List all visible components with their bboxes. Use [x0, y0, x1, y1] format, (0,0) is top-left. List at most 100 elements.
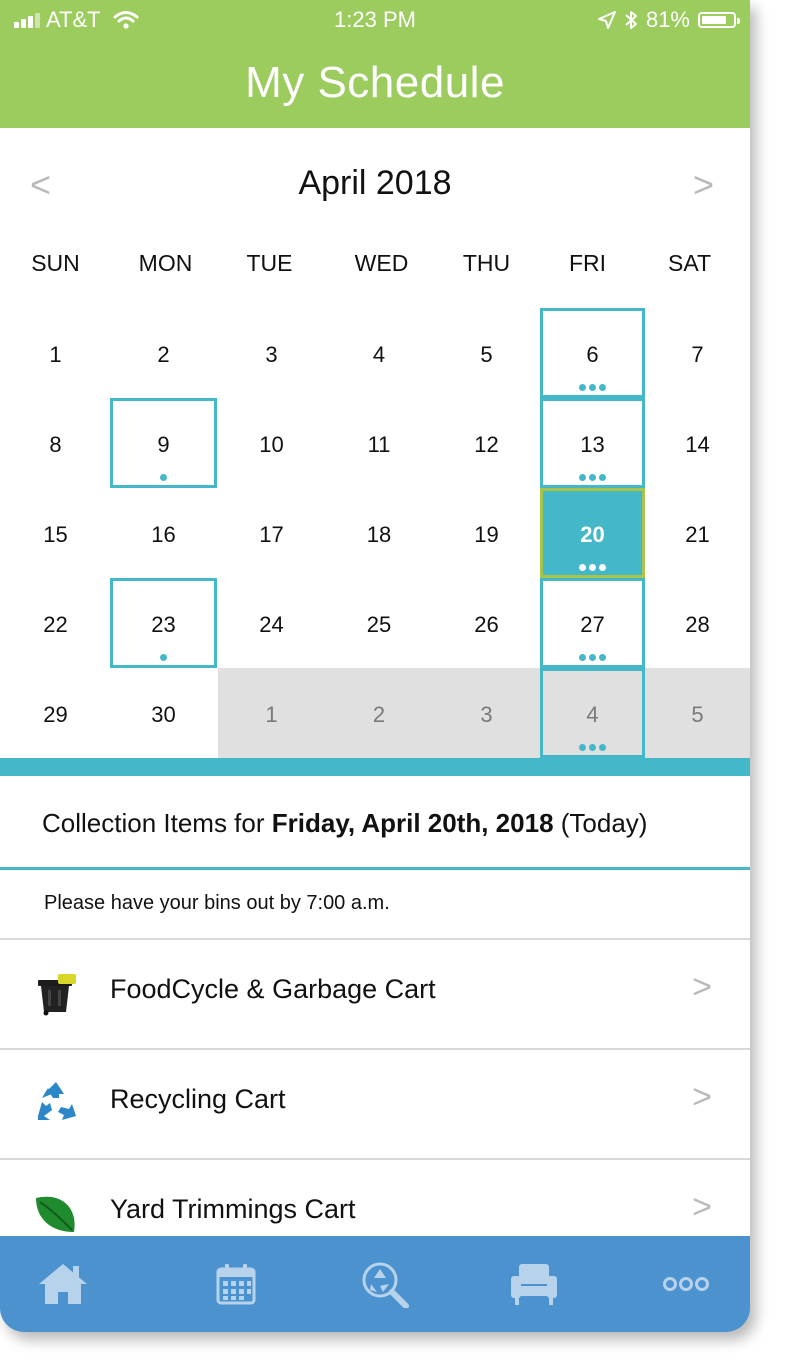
calendar-day-pickup[interactable]: 9: [110, 398, 217, 488]
day-number: 12: [474, 432, 499, 457]
calendar-day[interactable]: 15: [2, 488, 109, 578]
calendar-day[interactable]: 8: [2, 398, 109, 488]
chevron-right-icon: >: [692, 1078, 712, 1116]
calendar-day-pickup[interactable]: 13: [540, 398, 645, 488]
chevron-right-icon: >: [692, 1188, 712, 1226]
weekday-label: THU: [462, 250, 511, 276]
pickup-dot: [579, 564, 586, 571]
chevron-right-icon: >: [692, 968, 712, 1006]
calendar-day[interactable]: 3: [433, 668, 540, 758]
day-number: 9: [157, 432, 170, 457]
list-item-label: Yard Trimmings Cart: [110, 1194, 356, 1224]
calendar-day[interactable]: 2: [325, 668, 433, 758]
calendar-day[interactable]: 29: [2, 668, 109, 758]
calendar-icon: [216, 1264, 256, 1305]
day-number: 27: [580, 612, 605, 637]
list-item-garbage[interactable]: FoodCycle & Garbage Cart >: [0, 940, 750, 1050]
bins-notice: Please have your bins out by 7:00 a.m.: [0, 870, 750, 940]
pickup-dot: [589, 474, 596, 481]
weekday-label: WED: [354, 250, 409, 276]
calendar-day[interactable]: 11: [325, 398, 433, 488]
pickup-dot: [589, 654, 596, 661]
calendar-day[interactable]: 22: [2, 578, 109, 668]
tab-search[interactable]: [310, 1236, 460, 1332]
calendar-day[interactable]: 14: [645, 398, 750, 488]
pickup-dots: [113, 654, 214, 661]
calendar-day[interactable]: 30: [110, 668, 217, 758]
calendar-day-pickup[interactable]: 23: [110, 578, 217, 668]
calendar-day[interactable]: 5: [433, 308, 540, 398]
calendar-day[interactable]: 28: [645, 578, 750, 668]
pickup-dot: [589, 564, 596, 571]
calendar-day[interactable]: 24: [218, 578, 325, 668]
garbage-cart-icon: [38, 974, 76, 1016]
calendar-divider: [0, 758, 750, 776]
day-number: 26: [474, 612, 499, 637]
day-number: 2: [372, 702, 386, 727]
day-number: 22: [43, 612, 68, 637]
phone-screen: AT&T 1:23 PM 81% My Schedule < April 201…: [0, 0, 750, 1332]
calendar-day[interactable]: 1: [2, 308, 109, 398]
day-number: 1: [265, 702, 278, 727]
day-number: 19: [474, 522, 499, 547]
calendar-day-pickup[interactable]: 6: [540, 308, 645, 398]
day-number: 6: [586, 342, 599, 367]
pickup-dot: [579, 654, 586, 661]
battery-fill: [702, 16, 726, 24]
pickup-dot: [599, 384, 606, 391]
battery-percent: 81%: [645, 7, 690, 32]
recycle-search-icon: [362, 1262, 409, 1308]
pickup-dot: [160, 654, 167, 661]
armchair-icon: [511, 1264, 557, 1305]
collection-date: Friday, April 20th, 2018: [271, 808, 554, 838]
calendar-day[interactable]: 4: [325, 308, 433, 398]
calendar-day-pickup[interactable]: 4: [540, 668, 645, 758]
day-number: 15: [43, 522, 68, 547]
day-number: 7: [691, 342, 704, 367]
calendar-day[interactable]: 10: [218, 398, 325, 488]
calendar-day-today[interactable]: 20: [540, 488, 645, 578]
weekday-label: SUN: [31, 250, 80, 276]
calendar-day[interactable]: 7: [645, 308, 750, 398]
weekday-label: TUE: [246, 250, 293, 276]
pickup-dot: [579, 744, 586, 751]
calendar-day[interactable]: 1: [218, 668, 325, 758]
calendar-day[interactable]: 21: [645, 488, 750, 578]
day-number: 3: [265, 342, 278, 367]
bluetooth-icon: [625, 11, 637, 29]
tab-bulky-items[interactable]: [459, 1236, 609, 1332]
calendar-day[interactable]: 12: [433, 398, 540, 488]
calendar-day[interactable]: 16: [110, 488, 217, 578]
leaf-icon: [36, 1196, 75, 1232]
pickup-dot: [579, 474, 586, 481]
battery-icon: [698, 12, 740, 28]
tab-more[interactable]: [611, 1236, 750, 1332]
tab-calendar[interactable]: [161, 1236, 311, 1332]
calendar-day[interactable]: 25: [325, 578, 433, 668]
pickup-dot: [599, 654, 606, 661]
calendar-day[interactable]: 19: [433, 488, 540, 578]
list-item-recycling[interactable]: Recycling Cart >: [0, 1050, 750, 1160]
day-number: 21: [685, 522, 710, 547]
header: AT&T 1:23 PM 81% My Schedule: [0, 0, 750, 128]
day-number: 20: [580, 522, 605, 547]
pickup-dot: [579, 384, 586, 391]
pickup-dots: [543, 654, 642, 661]
calendar-day[interactable]: 17: [218, 488, 325, 578]
calendar-day-pickup[interactable]: 27: [540, 578, 645, 668]
calendar-day[interactable]: 18: [325, 488, 433, 578]
day-number: 25: [366, 612, 392, 637]
day-number: 11: [367, 432, 391, 457]
calendar-day[interactable]: 2: [110, 308, 217, 398]
day-number: 4: [372, 342, 386, 367]
tab-home[interactable]: [0, 1236, 138, 1332]
collection-header: Collection Items for Friday, April 20th,…: [0, 776, 750, 870]
collection-suffix: (Today): [553, 808, 648, 838]
calendar-day[interactable]: 3: [218, 308, 325, 398]
calendar-day[interactable]: 5: [645, 668, 750, 758]
next-month-button[interactable]: >: [693, 164, 714, 206]
day-number: 10: [259, 432, 284, 457]
calendar-day[interactable]: 26: [433, 578, 540, 668]
status-right: 81%: [597, 7, 740, 33]
day-number: 5: [480, 342, 493, 367]
